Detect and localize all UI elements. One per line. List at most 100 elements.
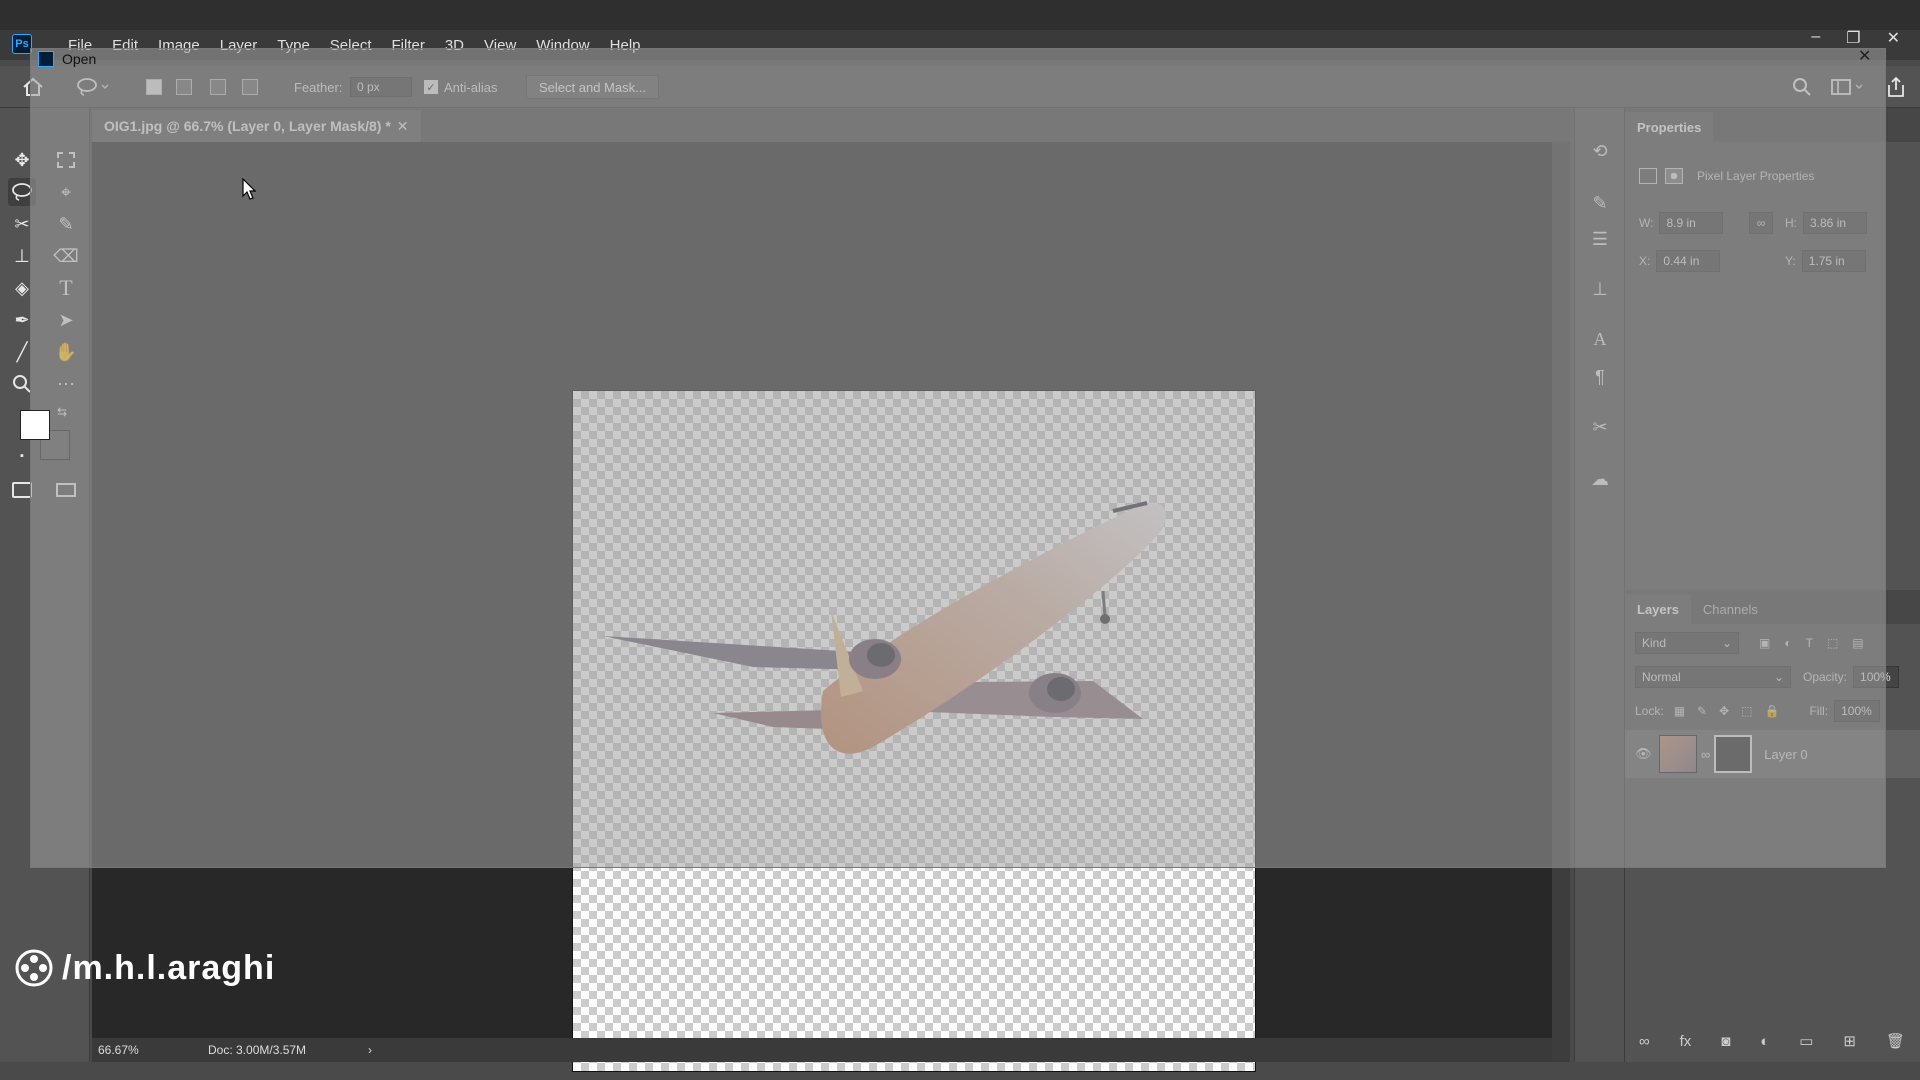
close-button[interactable]: ✕ bbox=[1887, 28, 1900, 48]
filter-pixel-icon[interactable]: ▣ bbox=[1759, 636, 1770, 650]
lock-artboard-icon[interactable]: ⬚ bbox=[1741, 704, 1752, 718]
lock-image-icon[interactable]: ✎ bbox=[1697, 704, 1707, 718]
add-to-selection-icon[interactable] bbox=[176, 76, 192, 98]
quick-mask-icon[interactable] bbox=[8, 476, 36, 504]
fx-icon[interactable]: fx bbox=[1680, 1033, 1692, 1050]
paint-bucket-tool-icon[interactable]: ◈ bbox=[8, 274, 36, 302]
history-icon[interactable]: ⟲ bbox=[1587, 138, 1613, 164]
libraries-icon[interactable]: ☁ bbox=[1587, 466, 1613, 492]
clone-source-icon[interactable]: ⊥ bbox=[1587, 276, 1613, 302]
foreground-color-swatch[interactable] bbox=[20, 410, 50, 440]
adjustment-layer-icon[interactable]: ◐ bbox=[1760, 1033, 1769, 1050]
lock-transparent-icon[interactable]: ▦ bbox=[1674, 704, 1685, 718]
mask-link-icon[interactable]: ∞ bbox=[1701, 747, 1710, 762]
tool-presets-icon[interactable]: ✂ bbox=[1587, 414, 1613, 440]
brush-settings-icon[interactable]: ✎ bbox=[1587, 190, 1613, 216]
visibility-eye-icon[interactable]: 👁 bbox=[1635, 746, 1659, 762]
crop-tool-icon[interactable]: ✂ bbox=[8, 210, 36, 238]
link-dimensions-icon[interactable]: ∞ bbox=[1749, 212, 1773, 234]
more-tools-icon[interactable]: ⋯ bbox=[52, 370, 80, 398]
kind-filter[interactable]: Kind ⌄ bbox=[1635, 632, 1739, 654]
zoom-tool-icon[interactable] bbox=[8, 370, 36, 398]
new-layer-icon[interactable]: ⊞ bbox=[1843, 1032, 1856, 1050]
restore-button[interactable]: ❐ bbox=[1846, 28, 1860, 48]
status-menu-arrow[interactable]: › bbox=[368, 1043, 372, 1057]
move-tool-icon[interactable]: ✥ bbox=[8, 146, 36, 174]
layer-name[interactable]: Layer 0 bbox=[1764, 747, 1807, 762]
adjustments-icon[interactable]: ☰ bbox=[1587, 226, 1613, 252]
menu-layer[interactable]: Layer bbox=[210, 37, 268, 54]
filter-shape-icon[interactable]: ⬚ bbox=[1827, 636, 1838, 650]
tab-layers[interactable]: Layers bbox=[1625, 594, 1691, 624]
document-tab[interactable]: OIG1.jpg @ 66.7% (Layer 0, Layer Mask/8)… bbox=[92, 110, 421, 142]
delete-layer-icon[interactable]: 🗑 bbox=[1886, 1032, 1905, 1050]
path-selection-tool-icon[interactable]: ➤ bbox=[52, 306, 80, 334]
menu-filter[interactable]: Filter bbox=[382, 37, 435, 54]
healing-brush-tool-icon[interactable]: ✎ bbox=[52, 210, 80, 238]
eraser-tool-icon[interactable]: ⌫ bbox=[52, 242, 80, 270]
new-group-icon[interactable]: ▭ bbox=[1799, 1032, 1813, 1050]
intersect-selection-icon[interactable] bbox=[242, 76, 258, 98]
filter-adjustment-icon[interactable]: ◐ bbox=[1784, 636, 1791, 650]
tab-channels[interactable]: Channels bbox=[1691, 594, 1770, 624]
lasso-tool-icon[interactable] bbox=[8, 178, 36, 206]
default-colors-icon[interactable]: ▪ bbox=[14, 448, 30, 464]
pen-tool-icon[interactable]: ✒ bbox=[8, 306, 36, 334]
blend-mode-select[interactable]: Normal ⌄ bbox=[1635, 666, 1791, 688]
layer-mask-thumbnail[interactable] bbox=[1714, 735, 1753, 773]
add-mask-icon[interactable]: ◙ bbox=[1721, 1033, 1730, 1050]
swap-colors-icon[interactable]: ⇆ bbox=[54, 404, 70, 420]
height-field[interactable]: 3.86 in bbox=[1803, 212, 1867, 234]
menu-window[interactable]: Window bbox=[526, 37, 599, 54]
lock-position-icon[interactable]: ✥ bbox=[1719, 704, 1729, 718]
menu-view[interactable]: View bbox=[474, 37, 526, 54]
paragraph-icon[interactable]: ¶ bbox=[1587, 364, 1613, 390]
menu-help[interactable]: Help bbox=[600, 37, 651, 54]
x-field[interactable]: 0.44 in bbox=[1656, 250, 1721, 272]
antialias-checkbox[interactable]: ✓ Anti-alias bbox=[424, 76, 497, 98]
quick-selection-tool-icon[interactable]: ⌖ bbox=[52, 178, 80, 206]
fill-field[interactable]: 100% bbox=[1834, 700, 1881, 722]
clone-stamp-tool-icon[interactable]: ⊥ bbox=[8, 242, 36, 270]
menu-image[interactable]: Image bbox=[148, 37, 210, 54]
link-layers-icon[interactable]: ∞ bbox=[1639, 1033, 1650, 1050]
select-and-mask-button[interactable]: Select and Mask... bbox=[526, 75, 659, 99]
subtract-from-selection-icon[interactable] bbox=[210, 76, 226, 98]
feather-input[interactable]: 0 px bbox=[350, 76, 412, 98]
width-field[interactable]: 8.9 in bbox=[1659, 212, 1724, 234]
workspace-icon[interactable] bbox=[1830, 76, 1864, 98]
close-tab-icon[interactable]: ✕ bbox=[397, 118, 409, 135]
canvas-area[interactable] bbox=[92, 142, 1552, 1072]
lasso-tool-preset-icon[interactable] bbox=[76, 76, 110, 98]
tab-properties[interactable]: Properties bbox=[1625, 112, 1714, 142]
document-canvas[interactable] bbox=[572, 390, 1256, 1072]
select-and-mask-label[interactable]: Select and Mask... bbox=[526, 75, 659, 99]
filter-smart-object-icon[interactable]: ▤ bbox=[1852, 636, 1863, 650]
y-field[interactable]: 1.75 in bbox=[1801, 250, 1866, 272]
home-icon[interactable] bbox=[22, 76, 44, 98]
layer-row[interactable]: 👁 ∞ Layer 0 bbox=[1625, 730, 1920, 778]
share-icon[interactable] bbox=[1886, 76, 1906, 98]
new-selection-icon[interactable] bbox=[146, 76, 162, 98]
zoom-level[interactable]: 66.67% bbox=[98, 1043, 208, 1057]
menu-type[interactable]: Type bbox=[267, 37, 320, 54]
menu-select[interactable]: Select bbox=[320, 37, 382, 54]
minimize-button[interactable]: – bbox=[1811, 28, 1820, 48]
character-icon[interactable]: A bbox=[1587, 326, 1613, 352]
lock-row: Lock: ▦ ✎ ✥ ⬚ 🔒 Fill: 100% bbox=[1635, 700, 1881, 722]
menu-3d[interactable]: 3D bbox=[435, 37, 474, 54]
lock-all-icon[interactable]: 🔒 bbox=[1765, 704, 1780, 718]
chevron-down-icon: ⌄ bbox=[1721, 636, 1732, 650]
feather-value[interactable]: 0 px bbox=[350, 77, 412, 97]
search-icon[interactable] bbox=[1792, 76, 1812, 98]
screen-mode-icon[interactable] bbox=[52, 476, 80, 504]
hand-tool-icon[interactable]: ✋ bbox=[52, 338, 80, 366]
line-tool-icon[interactable]: ╱ bbox=[8, 338, 36, 366]
menu-edit[interactable]: Edit bbox=[102, 37, 148, 54]
vertical-scrollbar[interactable] bbox=[1552, 142, 1570, 1062]
type-tool-icon[interactable]: T bbox=[52, 274, 80, 302]
opacity-field[interactable]: 100% bbox=[1853, 666, 1900, 688]
dialog-close-button[interactable]: ✕ bbox=[1858, 46, 1871, 66]
marquee-tool-icon[interactable] bbox=[52, 146, 80, 174]
filter-type-icon[interactable]: T bbox=[1806, 636, 1813, 650]
